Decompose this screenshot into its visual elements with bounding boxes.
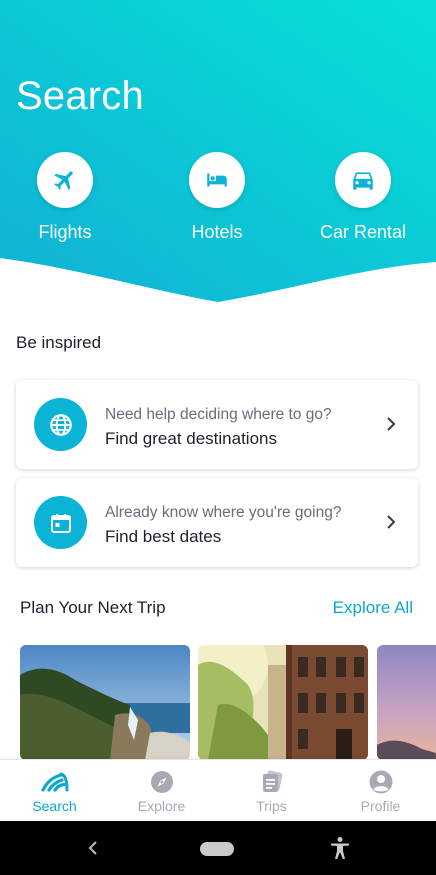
- flights-circle[interactable]: [37, 152, 93, 208]
- back-icon[interactable]: [86, 840, 100, 856]
- card-title: Find best dates: [105, 527, 222, 546]
- tab-search[interactable]: Search: [0, 760, 109, 822]
- city-street-photo: [198, 645, 368, 760]
- chevron-right-icon: [387, 417, 396, 431]
- chevron-right-icon: [387, 515, 396, 529]
- bottom-tab-bar: Search Explore Trips Profile: [0, 759, 436, 821]
- category-car-rental[interactable]: Car Rental: [303, 152, 423, 243]
- tab-label: Profile: [360, 798, 401, 814]
- globe-icon: [49, 413, 72, 436]
- car-icon: [353, 172, 373, 190]
- trips-icon: [262, 770, 282, 792]
- profile-icon: [369, 770, 392, 794]
- section-title-inspired: Be inspired: [16, 333, 102, 352]
- bed-icon: [207, 173, 227, 187]
- car-rental-circle[interactable]: [335, 152, 391, 208]
- page-title: Search: [16, 74, 144, 118]
- category-label: Hotels: [191, 222, 243, 242]
- category-hotels[interactable]: Hotels: [157, 152, 277, 243]
- tab-label: Search: [32, 798, 77, 814]
- globe-circle: [34, 398, 87, 451]
- system-navigation-bar: [0, 821, 436, 875]
- tab-profile[interactable]: Profile: [326, 760, 435, 822]
- category-flights[interactable]: Flights: [5, 152, 125, 243]
- tab-explore[interactable]: Explore: [107, 760, 216, 822]
- trip-thumbnail[interactable]: [377, 645, 436, 760]
- find-dates-card[interactable]: Already know where you're going? Find be…: [16, 478, 418, 567]
- explore-all-link[interactable]: Explore All: [333, 598, 413, 618]
- accessibility-icon[interactable]: [329, 836, 351, 860]
- category-label: Flights: [38, 222, 92, 242]
- card-title: Find great destinations: [105, 429, 277, 448]
- tab-trips[interactable]: Trips: [217, 760, 326, 822]
- airplane-icon: [54, 171, 73, 190]
- kayak-search-icon: [40, 772, 68, 792]
- card-subtitle: Need help deciding where to go?: [105, 406, 332, 423]
- calendar-icon: [50, 513, 71, 533]
- category-label: Car Rental: [319, 222, 407, 242]
- trip-thumbnail[interactable]: [198, 645, 368, 760]
- section-title-plan: Plan Your Next Trip: [20, 598, 166, 617]
- sunset-photo: [377, 645, 436, 760]
- card-subtitle: Already know where you're going?: [105, 504, 342, 521]
- hotels-circle[interactable]: [189, 152, 245, 208]
- calendar-circle: [34, 496, 87, 549]
- trip-thumbnail[interactable]: [20, 645, 190, 760]
- tab-label: Explore: [137, 798, 186, 814]
- tab-label: Trips: [256, 798, 287, 814]
- coast-photo: [20, 645, 190, 760]
- compass-icon: [150, 771, 173, 793]
- home-pill[interactable]: [200, 842, 234, 856]
- find-destinations-card[interactable]: Need help deciding where to go? Find gre…: [16, 380, 418, 469]
